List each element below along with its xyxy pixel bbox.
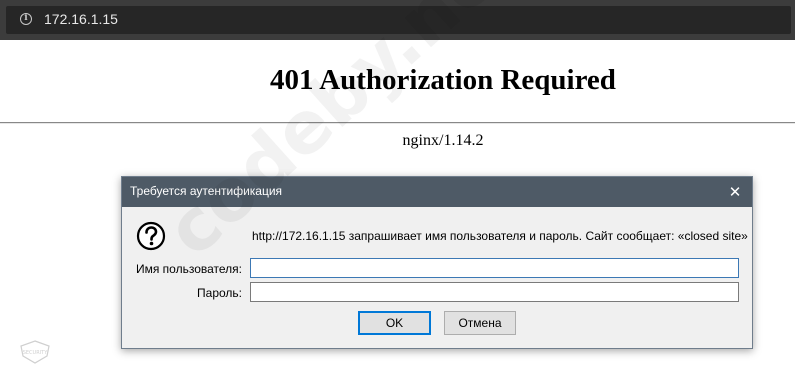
dialog-message: http://172.16.1.15 запрашивает имя польз… [252, 229, 748, 243]
auth-dialog: Требуется аутентификация ✕ http://172.16… [121, 176, 753, 349]
horizontal-rule [0, 122, 795, 124]
close-icon[interactable]: ✕ [724, 181, 746, 203]
username-label: Имя пользователя: [135, 262, 242, 276]
watermark-logo-text: SECURITY [23, 350, 48, 356]
dialog-titlebar[interactable]: Требуется аутентификация ✕ [122, 177, 752, 207]
password-label: Пароль: [197, 286, 242, 300]
username-field[interactable] [250, 258, 739, 278]
ok-button[interactable]: OK [358, 311, 431, 335]
page-title: 401 Authorization Required [270, 64, 616, 96]
server-signature: nginx/1.14.2 [402, 132, 484, 149]
question-icon [136, 221, 166, 251]
info-icon[interactable]: i [20, 13, 32, 25]
browser-toolbar: i 172.16.1.15 [0, 0, 795, 40]
address-bar-url[interactable]: 172.16.1.15 [44, 11, 118, 27]
address-bar[interactable]: i 172.16.1.15 [6, 6, 791, 34]
password-field[interactable] [250, 282, 739, 302]
cancel-button[interactable]: Отмена [444, 311, 516, 335]
watermark-logo: SECURITY [20, 340, 50, 364]
dialog-title: Требуется аутентификация [130, 184, 283, 198]
